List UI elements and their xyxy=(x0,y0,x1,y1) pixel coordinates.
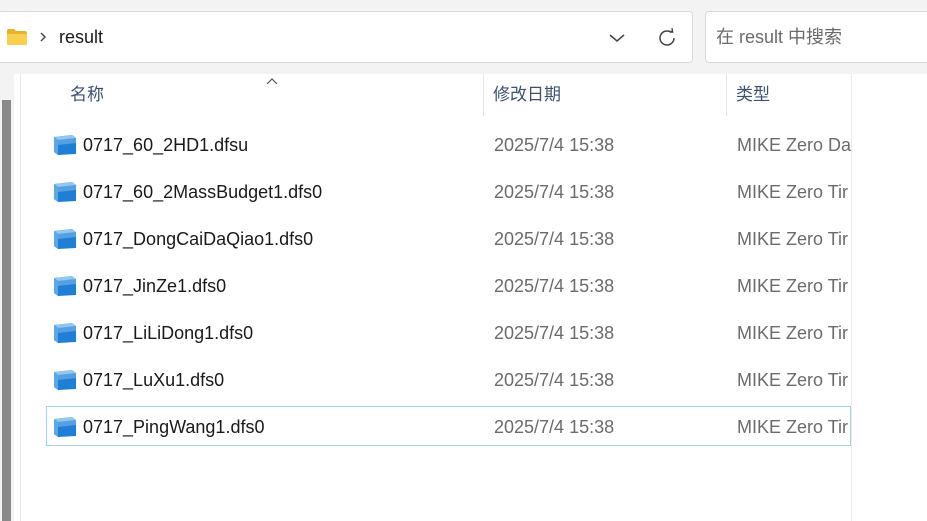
mike-file-icon xyxy=(54,135,76,155)
file-list: 名称 修改日期 类型 0717_60_2HD1.dfsu 2025/7/4 15… xyxy=(21,74,851,521)
mike-file-icon xyxy=(54,276,76,296)
details-pane-edge xyxy=(851,74,927,521)
refresh-button[interactable] xyxy=(651,23,683,53)
file-row[interactable]: 0717_JinZe1.dfs0 2025/7/4 15:38 MIKE Zer… xyxy=(46,265,851,305)
refresh-icon xyxy=(659,28,675,46)
mike-file-icon xyxy=(54,370,76,390)
address-toolbar: result xyxy=(0,0,927,74)
file-type: MIKE Zero Tir xyxy=(737,370,849,390)
file-row[interactable]: 0717_60_2HD1.dfsu 2025/7/4 15:38 MIKE Ze… xyxy=(46,124,851,164)
file-row[interactable]: 0717_60_2MassBudget1.dfs0 2025/7/4 15:38… xyxy=(46,171,851,211)
file-date: 2025/7/4 15:38 xyxy=(494,229,615,249)
file-name: 0717_60_2MassBudget1.dfs0 xyxy=(83,182,323,202)
column-resize-handle[interactable] xyxy=(726,74,727,116)
mike-file-icon xyxy=(54,417,76,437)
column-header-type[interactable]: 类型 xyxy=(736,84,770,106)
file-type: MIKE Zero Tir xyxy=(737,276,849,296)
file-date: 2025/7/4 15:38 xyxy=(494,370,615,390)
file-row[interactable]: 0717_LuXu1.dfs0 2025/7/4 15:38 MIKE Zero… xyxy=(46,359,851,399)
mike-file-icon xyxy=(54,229,76,249)
column-resize-handle[interactable] xyxy=(483,74,484,116)
mike-file-icon xyxy=(54,323,76,343)
search-input[interactable] xyxy=(716,24,916,50)
file-date: 2025/7/4 15:38 xyxy=(494,323,615,343)
navigation-scrollbar[interactable] xyxy=(2,100,11,521)
file-date: 2025/7/4 15:38 xyxy=(494,276,615,296)
file-row[interactable]: 0717_DongCaiDaQiao1.dfs0 2025/7/4 15:38 … xyxy=(46,218,851,258)
folder-icon xyxy=(7,29,27,45)
column-header-date[interactable]: 修改日期 xyxy=(493,84,561,106)
mike-file-icon xyxy=(54,182,76,202)
chevron-right-icon[interactable] xyxy=(38,29,48,45)
column-header-row: 名称 修改日期 类型 xyxy=(21,74,851,116)
file-name: 0717_LuXu1.dfs0 xyxy=(83,370,225,390)
file-name: 0717_PingWang1.dfs0 xyxy=(83,417,265,437)
file-type: MIKE Zero Tir xyxy=(737,182,849,202)
file-name: 0717_JinZe1.dfs0 xyxy=(83,276,227,296)
file-row[interactable]: 0717_LiLiDong1.dfs0 2025/7/4 15:38 MIKE … xyxy=(46,312,851,352)
search-box[interactable] xyxy=(705,11,927,63)
file-row-focused[interactable]: 0717_PingWang1.dfs0 2025/7/4 15:38 MIKE … xyxy=(46,406,851,446)
file-name: 0717_LiLiDong1.dfs0 xyxy=(83,323,254,343)
file-type: MIKE Zero Da xyxy=(737,135,851,155)
chevron-down-icon xyxy=(609,34,625,42)
file-date: 2025/7/4 15:38 xyxy=(494,417,615,437)
file-type: MIKE Zero Tir xyxy=(737,417,849,437)
file-name: 0717_DongCaiDaQiao1.dfs0 xyxy=(83,229,314,249)
file-type: MIKE Zero Tir xyxy=(737,323,849,343)
address-bar[interactable]: result xyxy=(0,11,693,63)
column-header-name[interactable]: 名称 xyxy=(70,84,104,106)
file-date: 2025/7/4 15:38 xyxy=(494,135,615,155)
file-name: 0717_60_2HD1.dfsu xyxy=(83,135,249,155)
address-history-button[interactable] xyxy=(602,24,632,52)
sort-ascending-icon xyxy=(266,78,278,85)
file-date: 2025/7/4 15:38 xyxy=(494,182,615,202)
file-type: MIKE Zero Tir xyxy=(737,229,849,249)
breadcrumb-result[interactable]: result xyxy=(59,26,103,48)
